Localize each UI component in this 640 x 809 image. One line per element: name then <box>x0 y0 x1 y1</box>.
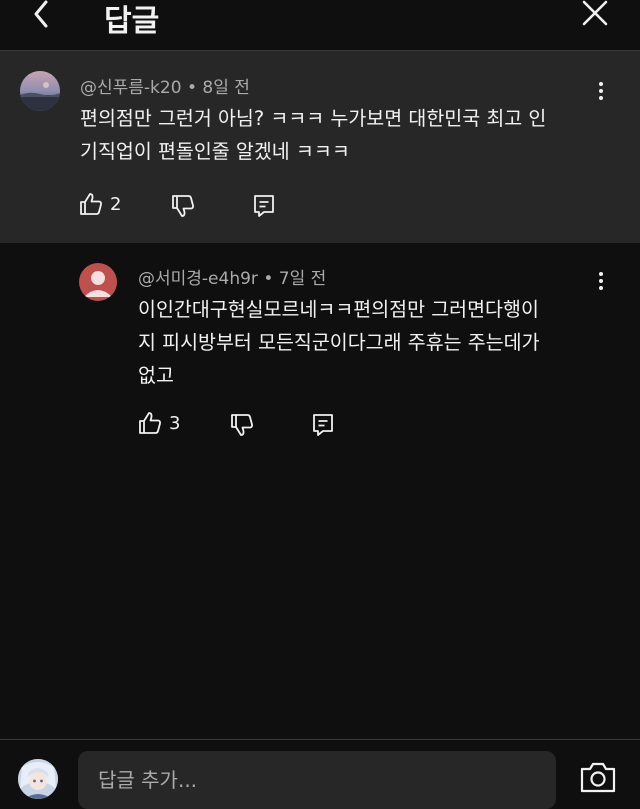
reply-comment: @서미경-e4h9r • 7일 전 이인간대구현실모르네ㅋㅋ편의점만 그러면다행… <box>0 243 640 463</box>
back-arrow-icon <box>34 0 48 28</box>
avatar[interactable] <box>18 759 58 799</box>
user-avatar-icon <box>84 271 112 297</box>
comment-text: 이인간대구현실모르네ㅋㅋ편의점만 그러면다행이 지 피시방부터 모든직군이다그래… <box>138 298 540 387</box>
more-vert-icon <box>599 272 603 276</box>
avatar[interactable] <box>79 263 117 301</box>
reply-input[interactable] <box>78 751 556 809</box>
landscape-avatar-image <box>20 71 60 111</box>
anime-avatar-image <box>18 759 58 799</box>
like-count: 2 <box>110 193 122 215</box>
dislike-icon <box>172 195 194 217</box>
comment-time: 7일 전 <box>278 269 327 289</box>
separator-dot: • <box>263 269 279 289</box>
parent-comment: @신푸름-k20 • 8일 전 편의점만 그런거 아님? ㅋㅋㅋ 누가보면 대한… <box>0 51 640 243</box>
like-icon <box>80 193 102 215</box>
like-icon <box>139 412 161 434</box>
like-button[interactable]: 2 <box>78 191 121 217</box>
comment-author[interactable]: @신푸름-k20 <box>80 78 182 98</box>
comment-text: 편의점만 그런거 아님? ㅋㅋㅋ 누가보면 대한민국 최고 인 기직업이 편돌인… <box>80 107 547 163</box>
camera-icon <box>580 762 616 793</box>
comment-author[interactable]: @서미경-e4h9r <box>138 269 258 289</box>
separator-dot: • <box>186 78 203 98</box>
reply-button[interactable] <box>252 193 276 219</box>
more-vert-icon <box>599 82 603 86</box>
reply-button[interactable] <box>311 412 335 438</box>
dislike-button[interactable] <box>170 193 196 219</box>
like-count: 3 <box>169 412 181 434</box>
back-button[interactable] <box>22 0 66 34</box>
reply-icon <box>254 195 274 217</box>
header: 답글 <box>0 0 640 51</box>
dislike-button[interactable] <box>229 412 255 438</box>
like-button[interactable]: 3 <box>137 410 180 436</box>
camera-button[interactable] <box>578 760 618 796</box>
page-title: 답글 <box>104 4 160 39</box>
comment-time: 8일 전 <box>202 78 250 98</box>
dislike-icon <box>231 414 253 436</box>
avatar[interactable] <box>20 71 60 111</box>
close-icon <box>582 0 608 26</box>
close-button[interactable] <box>572 0 618 34</box>
reply-icon <box>313 414 333 436</box>
reply-bar <box>0 739 640 809</box>
